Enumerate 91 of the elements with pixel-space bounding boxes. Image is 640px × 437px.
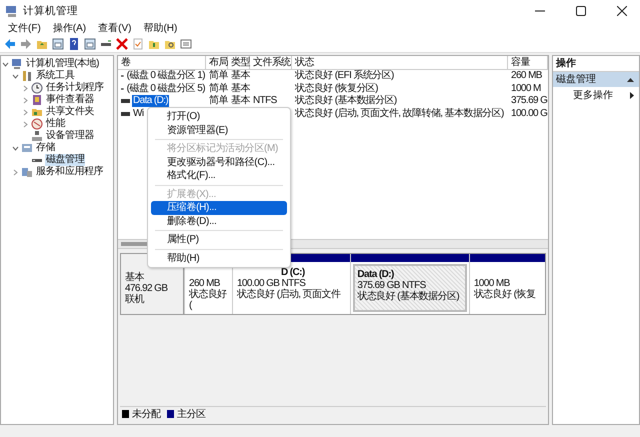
legend-label: 未分配 — [132, 408, 160, 421]
tree-item[interactable]: 任务计划程序 — [45, 82, 105, 94]
table-cell: 375.69 G — [511, 95, 548, 108]
action-link[interactable]: 更多操作 — [553, 87, 639, 103]
disk-info: 联机 — [125, 294, 146, 305]
partition-name: Data (D:) — [357, 269, 395, 280]
tree-item[interactable]: 性能 — [45, 118, 66, 130]
table-cell: 简单 — [209, 70, 228, 82]
tree-item[interactable]: 磁盘管理 — [45, 154, 86, 166]
column-header[interactable]: 布局 — [206, 56, 228, 69]
partition-info: 100.00 GB NTFS — [236, 278, 306, 289]
partition-info: 375.69 GB NTFS — [357, 280, 427, 291]
computer-icon — [11, 58, 23, 70]
partition-info: 状态良好 (基本数据分区) — [357, 291, 460, 302]
device-icon — [31, 130, 43, 142]
legend-label: 主分区 — [177, 408, 206, 421]
expand-chevron-icon[interactable] — [11, 168, 19, 176]
column-header[interactable]: 状态 — [292, 56, 508, 69]
table-cell: 1000 M — [511, 82, 541, 95]
table-cell: NTFS — [253, 95, 277, 108]
context-menu-item[interactable]: 资源管理器(E) — [151, 124, 287, 137]
check-document-icon[interactable] — [131, 38, 144, 50]
table-cell: 基本 — [231, 70, 250, 82]
table-cell: 简单 — [209, 82, 228, 95]
list-icon[interactable] — [179, 38, 192, 50]
gauge-icon — [31, 118, 43, 130]
tree-item[interactable]: 事件查看器 — [45, 94, 96, 106]
table-cell: 260 MB — [511, 70, 542, 82]
tree-item[interactable]: 计算机管理(本地) — [25, 58, 100, 70]
column-header[interactable]: 容量 — [508, 56, 548, 69]
forward-arrow-icon[interactable] — [19, 38, 32, 50]
column-header[interactable]: 卷 — [118, 56, 206, 69]
expand-chevron-icon[interactable] — [21, 96, 29, 104]
services-icon — [21, 166, 33, 178]
context-menu-item[interactable]: 打开(O) — [151, 110, 287, 124]
volume-name[interactable]: Wi — [132, 108, 144, 120]
tree-item[interactable]: 系统工具 — [35, 70, 76, 82]
volume-name[interactable]: (磁盘 0 磁盘分区 1) — [126, 70, 206, 82]
pane-icon[interactable] — [83, 38, 96, 50]
submenu-arrow-icon — [630, 92, 634, 99]
help-icon[interactable] — [67, 38, 80, 50]
storage-icon — [21, 142, 33, 154]
partition-info: 状态良好 (恢复 — [474, 289, 536, 300]
context-menu-item[interactable]: 属性(P) — [151, 233, 287, 246]
log-icon — [31, 94, 43, 106]
tree-item[interactable]: 共享文件夹 — [45, 106, 96, 118]
menu-item[interactable]: 操作(A) — [46, 22, 92, 36]
context-menu-item[interactable]: 更改驱动器号和路径(C)... — [151, 156, 287, 169]
panel-icon[interactable] — [51, 38, 64, 50]
clock-icon — [31, 82, 43, 94]
volume-name[interactable]: (磁盘 0 磁盘分区 5) — [126, 82, 206, 95]
back-arrow-icon[interactable] — [3, 38, 16, 50]
collapse-chevron-icon[interactable] — [1, 60, 9, 68]
partition-block[interactable]: 1000 MB 状态良好 (恢复 — [468, 254, 545, 314]
computer-management-icon — [5, 4, 18, 18]
maximize-icon[interactable] — [576, 6, 586, 16]
context-menu-item[interactable]: 格式化(F)... — [151, 169, 287, 182]
window-title: 计算机管理 — [23, 4, 78, 18]
partition-name: D (C:) — [280, 267, 306, 278]
tree-item[interactable]: 服务和应用程序 — [35, 166, 104, 178]
close-icon[interactable] — [617, 6, 627, 16]
folder-icon — [31, 106, 43, 118]
expand-chevron-icon[interactable] — [21, 120, 29, 128]
table-cell: 简单 — [209, 95, 228, 108]
column-header[interactable]: 类型 — [228, 56, 250, 69]
collapse-chevron-icon[interactable] — [11, 72, 19, 80]
table-cell: 基本 — [231, 82, 250, 95]
collapse-triangle-icon[interactable] — [627, 77, 634, 82]
volume-name[interactable]: Data (D:) — [132, 95, 170, 108]
disk-info: 476.92 GB — [125, 283, 168, 294]
tree-item[interactable]: 设备管理器 — [45, 130, 96, 142]
partition-info: 状态良好 ( — [189, 289, 228, 311]
table-cell: 100.00 G — [511, 108, 548, 120]
context-menu-item[interactable]: 压缩卷(H)... — [151, 201, 287, 214]
delete-x-icon[interactable] — [115, 38, 128, 50]
partition-info: 260 MB — [189, 278, 221, 289]
tree-item[interactable]: 存储 — [35, 142, 56, 154]
collapse-chevron-icon[interactable] — [11, 144, 19, 152]
expand-chevron-icon[interactable] — [21, 108, 29, 116]
menu-item[interactable]: 帮助(H) — [137, 22, 184, 36]
partition-info: 1000 MB — [474, 278, 511, 289]
menu-item[interactable]: 查看(V) — [92, 22, 138, 36]
partition-info: 状态良好 (启动, 页面文件 — [236, 289, 342, 300]
expand-chevron-icon[interactable] — [21, 84, 29, 92]
tools-icon — [21, 70, 33, 82]
context-menu-item[interactable]: 删除卷(D)... — [151, 214, 287, 228]
table-cell: 基本 — [231, 95, 250, 108]
menu-item[interactable]: 文件(F) — [2, 22, 47, 36]
actions-section-header[interactable]: 磁盘管理 — [553, 72, 639, 87]
column-header[interactable]: 文件系统 — [250, 56, 292, 69]
disk-info: 基本 — [125, 272, 145, 283]
